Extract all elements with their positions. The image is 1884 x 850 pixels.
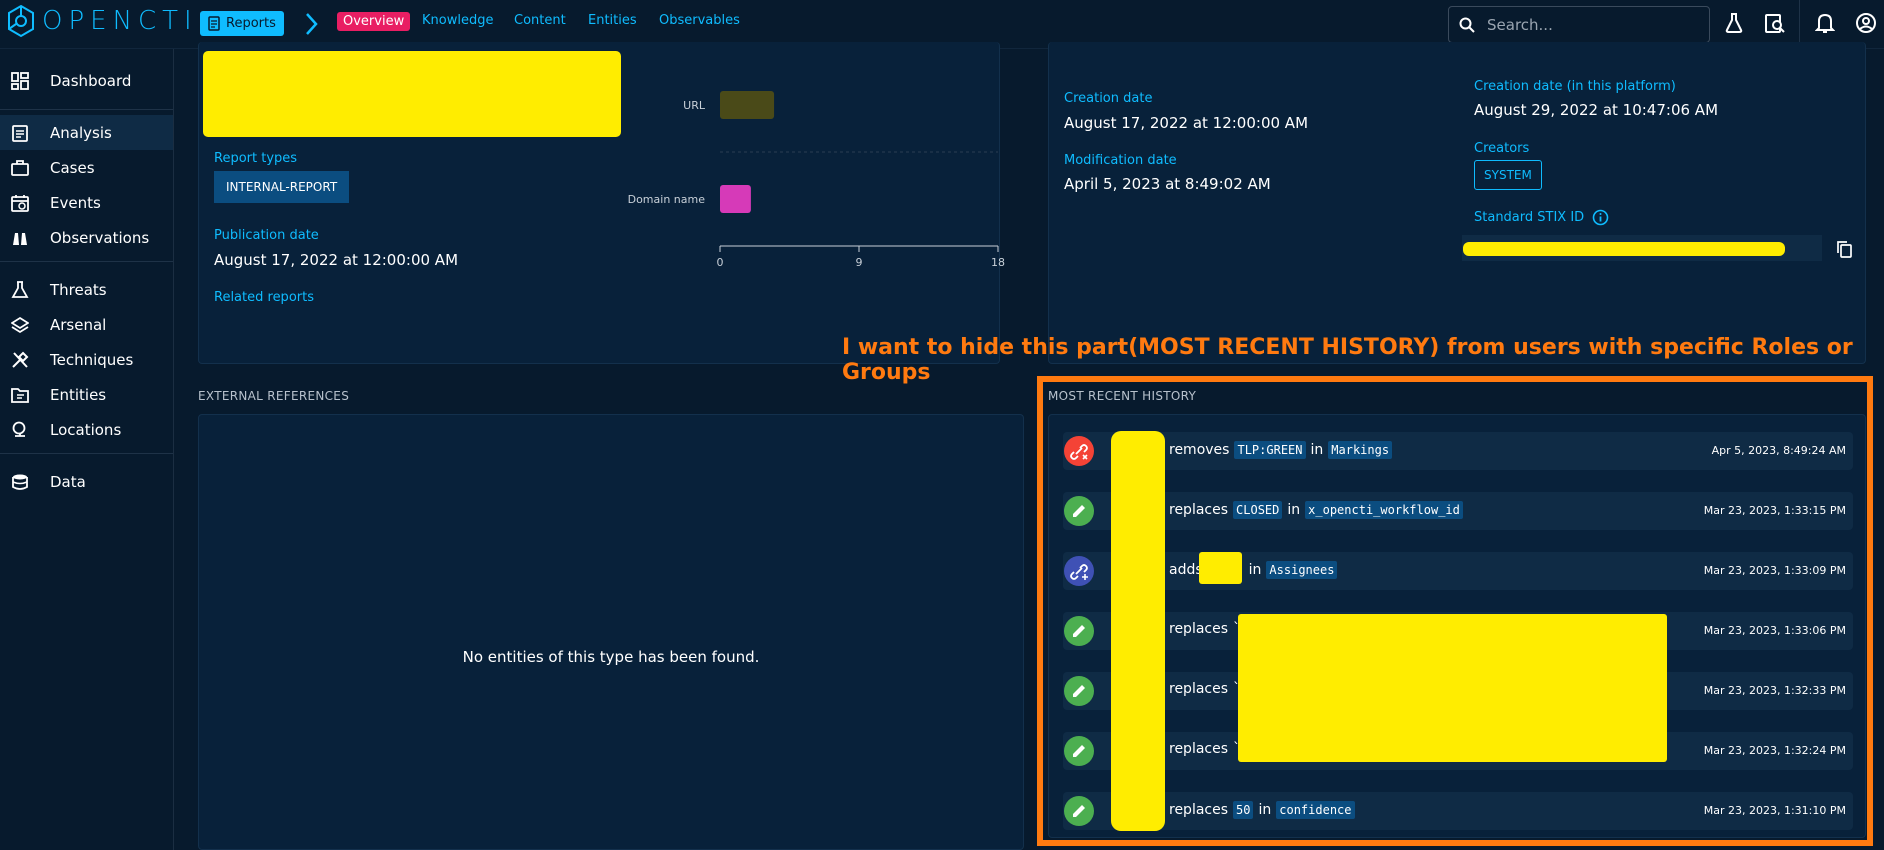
modification-date-value: April 5, 2023 at 8:49:02 AM	[1064, 175, 1271, 193]
x-tick-label: 18	[991, 256, 1005, 269]
report-types-label: Report types	[214, 151, 298, 166]
sidebar-item-locations[interactable]: Locations	[0, 412, 173, 447]
globe-icon	[12, 421, 26, 437]
external-references-title: EXTERNAL REFERENCES	[198, 389, 350, 403]
modification-date-label: Modification date	[1064, 153, 1177, 168]
sidebar-item-label: Threats	[50, 280, 107, 299]
bell-icon[interactable]	[1815, 12, 1835, 34]
flask-icon[interactable]	[1724, 12, 1744, 34]
sidebar-item-observations[interactable]: Observations	[0, 220, 173, 255]
binoculars-icon	[13, 233, 27, 245]
sidebar-item-label: Locations	[50, 420, 122, 439]
empty-state-text: No entities of this type has been found.	[462, 648, 760, 666]
calendar-icon	[11, 195, 29, 212]
copy-icon[interactable]	[1836, 240, 1852, 258]
creator-value: SYSTEM	[1484, 168, 1532, 182]
search-icon	[1459, 17, 1475, 33]
tools-icon	[12, 351, 29, 368]
sidebar-item-label: Cases	[50, 158, 95, 177]
tab-knowledge[interactable]: Knowledge	[422, 13, 493, 28]
sidebar-item-label: Observations	[50, 228, 150, 247]
dashboard-icon	[11, 72, 29, 90]
tab-observables[interactable]: Observables	[659, 13, 740, 28]
sidebar-item-events[interactable]: Events	[0, 185, 173, 220]
highlight-box	[1037, 376, 1873, 846]
folder-icon	[11, 388, 29, 403]
sidebar-item-label: Analysis	[50, 123, 112, 142]
report-icon	[208, 16, 220, 31]
search-input[interactable]	[1487, 15, 1687, 34]
clipboard-search-icon[interactable]	[1764, 12, 1786, 34]
x-tick-label: 9	[856, 256, 863, 269]
x-tick-label: 0	[717, 256, 724, 269]
chevron-right-icon	[306, 13, 318, 35]
report-type-value: INTERNAL-REPORT	[226, 180, 338, 194]
creation-date-value: August 17, 2022 at 12:00:00 AM	[1064, 114, 1309, 132]
bar-url[interactable]	[720, 91, 775, 119]
stix-id-label: Standard STIX ID	[1474, 210, 1585, 225]
sidebar-item-analysis[interactable]: Analysis	[0, 115, 173, 150]
logo-text: OPENCTI	[42, 6, 198, 36]
bar-domain-name[interactable]	[720, 185, 751, 213]
related-reports-label[interactable]: Related reports	[214, 290, 314, 305]
redacted-description	[203, 51, 621, 137]
account-icon[interactable]	[1855, 12, 1877, 34]
breadcrumb-label: Reports	[226, 16, 276, 31]
sidebar-item-entities[interactable]: Entities	[0, 377, 173, 412]
tab-entities[interactable]: Entities	[588, 13, 637, 28]
tab-overview[interactable]: Overview	[337, 12, 411, 31]
database-icon	[12, 474, 28, 490]
sidebar-item-label: Entities	[50, 385, 107, 404]
sidebar-item-threats[interactable]: Threats	[0, 272, 173, 307]
sidebar: Dashboard Analysis Cases Events Observat…	[0, 49, 174, 850]
publication-date-label: Publication date	[214, 228, 319, 243]
search-box[interactable]	[1448, 6, 1710, 43]
clipboard-icon	[12, 125, 28, 142]
logo[interactable]: OPENCTI	[6, 4, 198, 38]
divider	[0, 109, 173, 110]
creation-date-label: Creation date	[1064, 91, 1153, 106]
category-label: URL	[683, 99, 706, 112]
sidebar-item-label: Techniques	[50, 350, 134, 369]
platform-creation-date-value: August 29, 2022 at 10:47:06 AM	[1474, 101, 1719, 119]
platform-creation-date-label: Creation date (in this platform)	[1474, 79, 1676, 94]
metadata-panel	[1048, 42, 1866, 364]
sidebar-item-label: Dashboard	[50, 71, 132, 90]
sidebar-item-techniques[interactable]: Techniques	[0, 342, 173, 377]
external-references-panel	[198, 414, 1024, 850]
report-type-chip: INTERNAL-REPORT	[214, 171, 350, 203]
info-icon[interactable]	[1592, 209, 1609, 226]
sidebar-item-dashboard[interactable]: Dashboard	[0, 63, 173, 98]
sidebar-item-label: Arsenal	[50, 315, 107, 334]
creators-label: Creators	[1474, 141, 1530, 156]
sidebar-item-data[interactable]: Data	[0, 464, 173, 499]
tab-content[interactable]: Content	[514, 13, 566, 28]
flask-icon	[11, 281, 29, 298]
redacted-stix-id	[1463, 242, 1785, 256]
publication-date-value: August 17, 2022 at 12:00:00 AM	[214, 251, 459, 269]
sidebar-item-arsenal[interactable]: Arsenal	[0, 307, 173, 342]
sidebar-item-label: Data	[50, 472, 86, 491]
layers-icon	[11, 316, 29, 334]
sidebar-item-label: Events	[50, 193, 101, 212]
breadcrumb-reports[interactable]: Reports	[200, 11, 284, 36]
divider	[0, 453, 173, 454]
observables-bar-chart: URL Domain name 0 9 18	[628, 91, 1005, 269]
stix-id-header: Standard STIX ID	[1474, 209, 1609, 226]
creator-chip[interactable]: SYSTEM	[1474, 160, 1542, 190]
category-label: Domain name	[628, 193, 706, 206]
briefcase-icon	[11, 160, 29, 176]
opencti-logo-icon	[8, 4, 34, 38]
sidebar-item-cases[interactable]: Cases	[0, 150, 173, 185]
divider	[0, 261, 173, 262]
